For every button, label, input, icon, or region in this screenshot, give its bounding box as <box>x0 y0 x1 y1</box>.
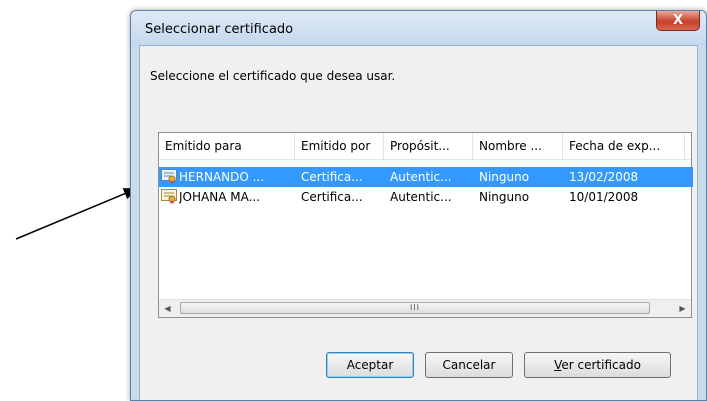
column-header-issued-by[interactable]: Emitido por <box>295 133 384 159</box>
horizontal-scrollbar[interactable]: ◀ III ▶ <box>159 299 691 317</box>
close-icon: X <box>672 13 684 28</box>
scroll-thumb[interactable]: III <box>180 302 650 314</box>
list-header: Emitido para Emitido por Propósit... Nom… <box>159 133 691 160</box>
certificate-icon <box>161 169 177 184</box>
column-header-friendly-name[interactable]: Nombre ... <box>473 133 563 159</box>
cell-purpose: Autentic... <box>390 190 452 204</box>
table-row[interactable]: JOHANA MA... Certifica... Autentic... Ni… <box>159 187 693 207</box>
certificate-icon <box>161 189 177 204</box>
cell-expiration: 13/02/2008 <box>569 170 639 184</box>
cell-purpose: Autentic... <box>390 170 452 184</box>
close-button[interactable]: X <box>656 11 700 31</box>
title-bar[interactable]: Seleccionar certificado X <box>131 11 706 45</box>
cell-friendly-name: Ninguno <box>479 190 530 204</box>
select-certificate-dialog: Seleccionar certificado X Seleccione el … <box>130 10 707 401</box>
cell-issued-to: HERNANDO ... <box>179 170 265 184</box>
cancel-button[interactable]: Cancelar <box>425 352 513 378</box>
cell-friendly-name: Ninguno <box>479 170 530 184</box>
cell-issued-by: Certifica... <box>301 190 363 204</box>
scroll-right-arrow-icon[interactable]: ▶ <box>674 300 691 317</box>
dialog-client-area: Seleccione el certificado que desea usar… <box>139 45 698 400</box>
certificate-list[interactable]: Emitido para Emitido por Propósit... Nom… <box>158 132 693 318</box>
dialog-title: Seleccionar certificado <box>145 22 294 37</box>
accept-button[interactable]: Aceptar <box>326 352 414 378</box>
scroll-left-arrow-icon[interactable]: ◀ <box>159 300 176 317</box>
column-header-expiration[interactable]: Fecha de exp... <box>563 133 685 159</box>
instruction-text: Seleccione el certificado que desea usar… <box>150 69 396 83</box>
view-certificate-button[interactable]: Ver certificado <box>524 352 671 378</box>
cell-issued-to: JOHANA MA... <box>179 190 261 204</box>
view-certificate-label: er certificado <box>561 358 641 372</box>
table-row[interactable]: HERNANDO ... Certifica... Autentic... Ni… <box>159 167 693 187</box>
cell-expiration: 10/01/2008 <box>569 190 639 204</box>
column-header-purpose[interactable]: Propósit... <box>384 133 473 159</box>
column-header-issued-to[interactable]: Emitido para <box>159 133 295 159</box>
cell-issued-by: Certifica... <box>301 170 363 184</box>
